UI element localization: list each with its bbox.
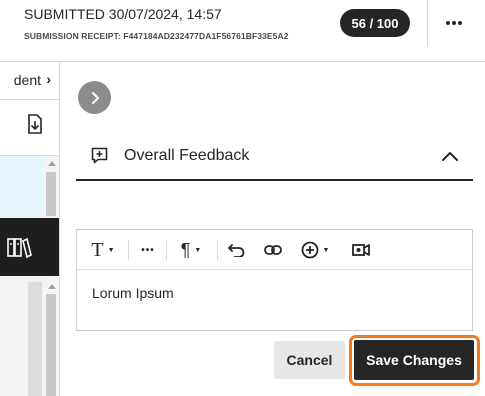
left-panel: dent › — [0, 62, 60, 396]
student-tab-label: dent — [13, 72, 41, 88]
scroll-up-arrow-icon[interactable] — [48, 284, 56, 289]
list-item-placeholder — [28, 282, 42, 396]
chevron-right-icon — [91, 91, 99, 104]
add-feedback-icon — [91, 147, 108, 164]
submission-receipt: SUBMISSION RECEIPT: F447184AD232477DA1F5… — [24, 31, 289, 41]
cancel-button[interactable]: Cancel — [274, 341, 345, 379]
text-format-button[interactable]: T ▼ — [85, 238, 121, 262]
save-changes-button[interactable]: Save Changes — [354, 340, 474, 380]
grading-header: SUBMITTED 30/07/2024, 14:57 SUBMISSION R… — [0, 0, 485, 62]
dropdown-caret-icon: ▼ — [194, 246, 202, 254]
header-divider — [427, 0, 428, 46]
library-book-icon — [7, 237, 32, 259]
video-camera-icon — [352, 244, 370, 256]
more-horizontal-icon — [446, 21, 462, 25]
paragraph-icon: ¶ — [180, 239, 191, 260]
selected-submission-row[interactable] — [0, 156, 43, 216]
toolbar-separator — [128, 240, 129, 260]
section-title: Overall Feedback — [124, 147, 250, 164]
overall-feedback-header[interactable]: Overall Feedback — [76, 134, 473, 181]
scroll-up-arrow-icon[interactable] — [48, 161, 56, 166]
submitted-timestamp: SUBMITTED 30/07/2024, 14:57 — [24, 6, 222, 22]
editor-content[interactable]: Lorum Ipsum — [92, 285, 174, 301]
paragraph-button[interactable]: ¶ ▼ — [173, 238, 209, 262]
scrollbar-thumb[interactable] — [46, 172, 56, 216]
library-button[interactable] — [0, 218, 43, 276]
chevron-up-icon[interactable] — [441, 150, 459, 162]
insert-link-button[interactable] — [261, 238, 285, 262]
feedback-editor[interactable]: T ▼ ••• ¶ ▼ ▼ Lorum Ipsum — [76, 229, 473, 331]
dropdown-caret-icon: ▼ — [107, 246, 115, 254]
expand-panel-button[interactable] — [78, 81, 111, 114]
undo-button[interactable] — [225, 238, 249, 262]
more-formatting-button[interactable]: ••• — [135, 238, 161, 262]
insert-content-button[interactable]: ▼ — [297, 238, 333, 262]
download-icon[interactable] — [26, 114, 44, 134]
add-circle-icon — [301, 241, 318, 259]
scrollbar-thumb[interactable] — [46, 294, 56, 396]
text-format-icon: T — [91, 238, 104, 261]
more-options-button[interactable] — [438, 10, 470, 36]
link-icon — [264, 245, 282, 255]
record-media-button[interactable] — [349, 238, 373, 262]
chevron-right-icon: › — [46, 71, 51, 87]
toolbar-separator — [166, 240, 167, 260]
undo-icon — [228, 244, 245, 257]
student-navigation-tab[interactable]: dent › — [0, 62, 59, 100]
editor-toolbar: T ▼ ••• ¶ ▼ ▼ — [77, 230, 472, 270]
dropdown-caret-icon: ▼ — [322, 246, 330, 254]
toolbar-separator — [217, 240, 218, 260]
more-horizontal-icon: ••• — [141, 244, 155, 256]
score-badge[interactable]: 56 / 100 — [340, 9, 410, 37]
library-button-edge — [43, 218, 59, 276]
